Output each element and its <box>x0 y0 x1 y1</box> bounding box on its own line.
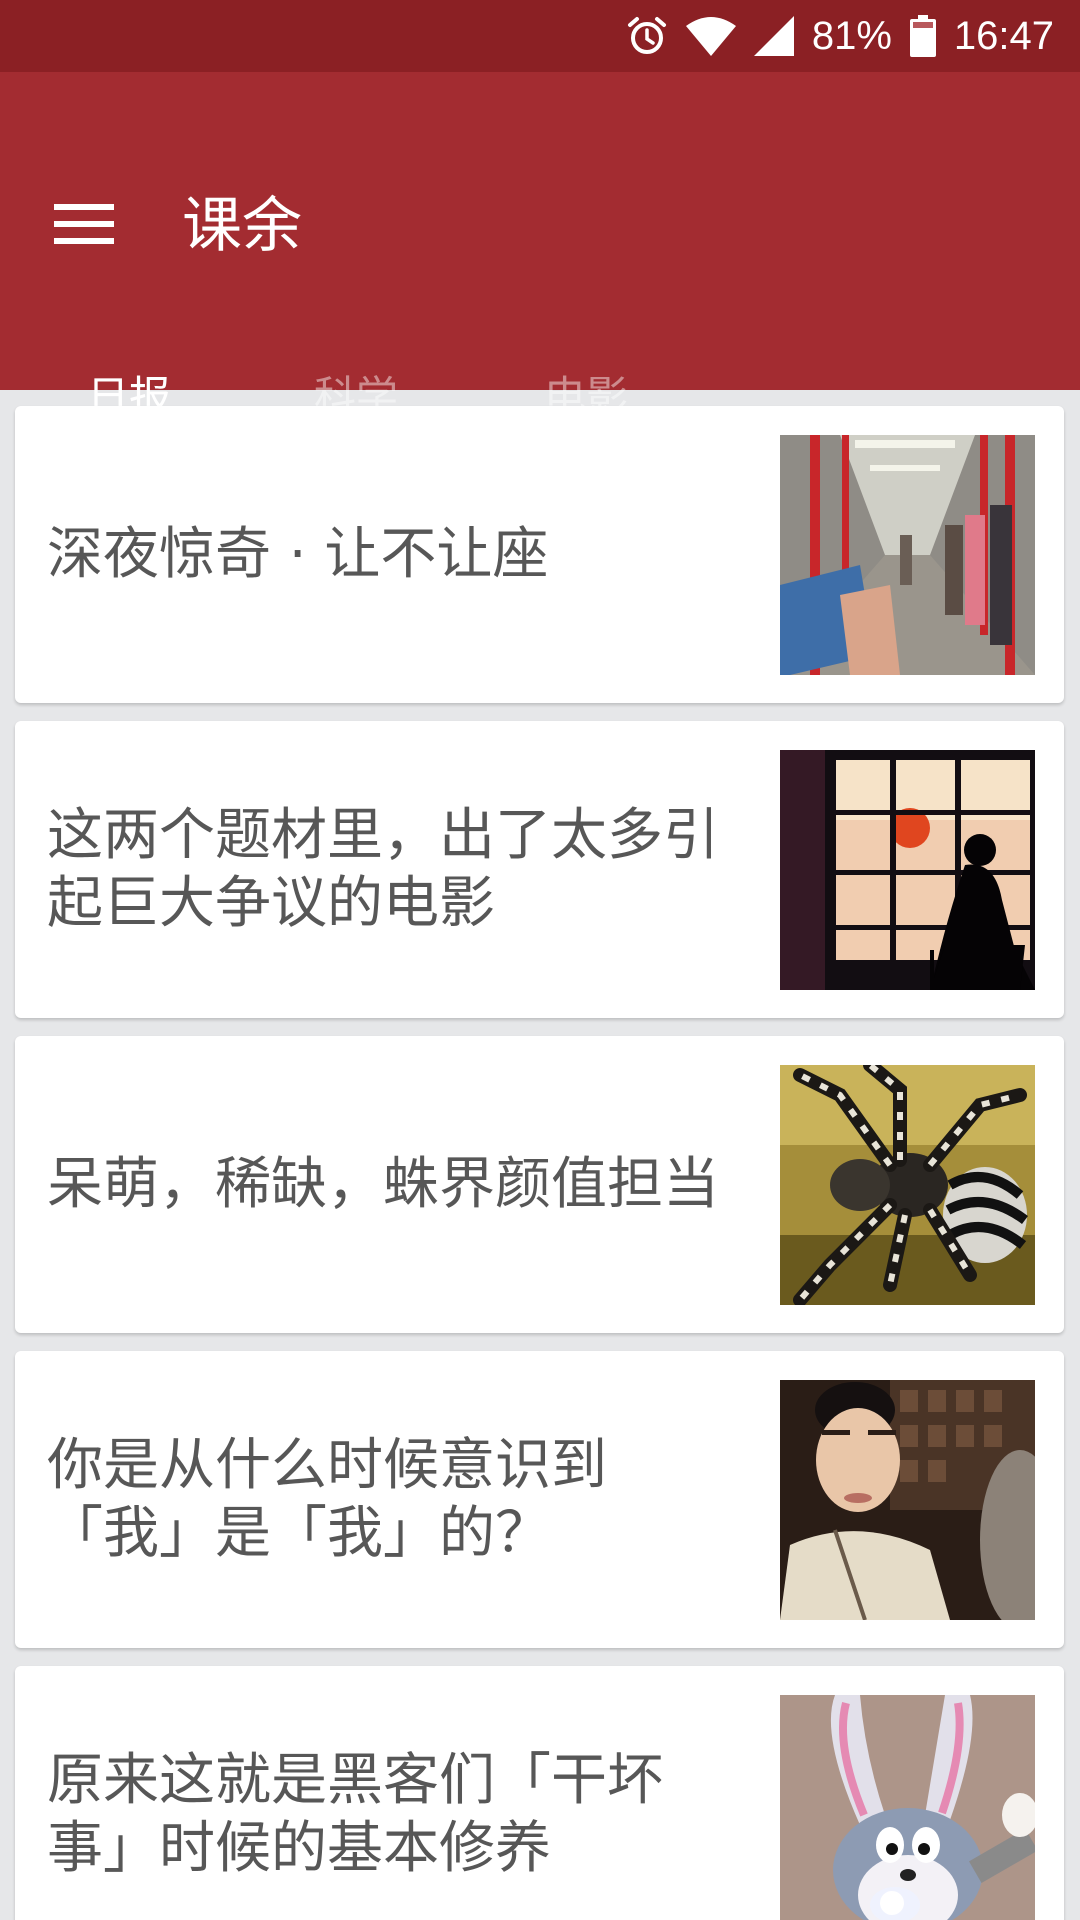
spider-image <box>780 1065 1035 1305</box>
subway-reading-image <box>780 435 1035 675</box>
menu-icon <box>54 202 114 250</box>
battery-icon <box>909 15 936 57</box>
app-title: 课余 <box>182 191 302 261</box>
tv-drama-still-image <box>780 1380 1035 1620</box>
article-title: 你是从什么时候意识到「我」是「我」的？ <box>47 1432 607 1566</box>
article-title: 呆萌，稀缺，蛛界颜值担当 <box>47 1151 719 1217</box>
signal-icon <box>753 16 794 56</box>
wifi-icon <box>685 16 736 56</box>
article-card[interactable]: 这两个题材里，出了太多引起巨大争议的电影 <box>15 721 1064 1018</box>
article-card[interactable]: 原来这就是黑客们「干坏事」时候的基本修养 <box>15 1666 1064 1920</box>
battery-percent: 81% <box>811 13 892 58</box>
article-feed[interactable]: 深夜惊奇 · 让不让座 这两个题材里，出了太多引起巨大争议的电影 呆萌，稀缺，蛛… <box>0 390 1080 1920</box>
article-title: 深夜惊奇 · 让不让座 <box>47 521 549 587</box>
article-card[interactable]: 深夜惊奇 · 让不让座 <box>15 406 1064 703</box>
window-silhouette-image <box>780 750 1035 990</box>
alarm-icon <box>626 15 668 57</box>
clock: 16:47 <box>953 13 1054 58</box>
status-bar: 81% 16:47 <box>0 0 1080 72</box>
status-icons: 81% 16:47 <box>626 0 1054 72</box>
article-card[interactable]: 呆萌，稀缺，蛛界颜值担当 <box>15 1036 1064 1333</box>
article-title: 这两个题材里，出了太多引起巨大争议的电影 <box>47 802 719 936</box>
article-card[interactable]: 你是从什么时候意识到「我」是「我」的？ <box>15 1351 1064 1648</box>
cartoon-rabbit-image <box>780 1695 1035 1920</box>
article-title: 原来这就是黑客们「干坏事」时候的基本修养 <box>47 1747 663 1881</box>
app-bar: 课余 日报 科学 电影 <box>0 72 1080 448</box>
menu-button[interactable] <box>40 182 128 270</box>
